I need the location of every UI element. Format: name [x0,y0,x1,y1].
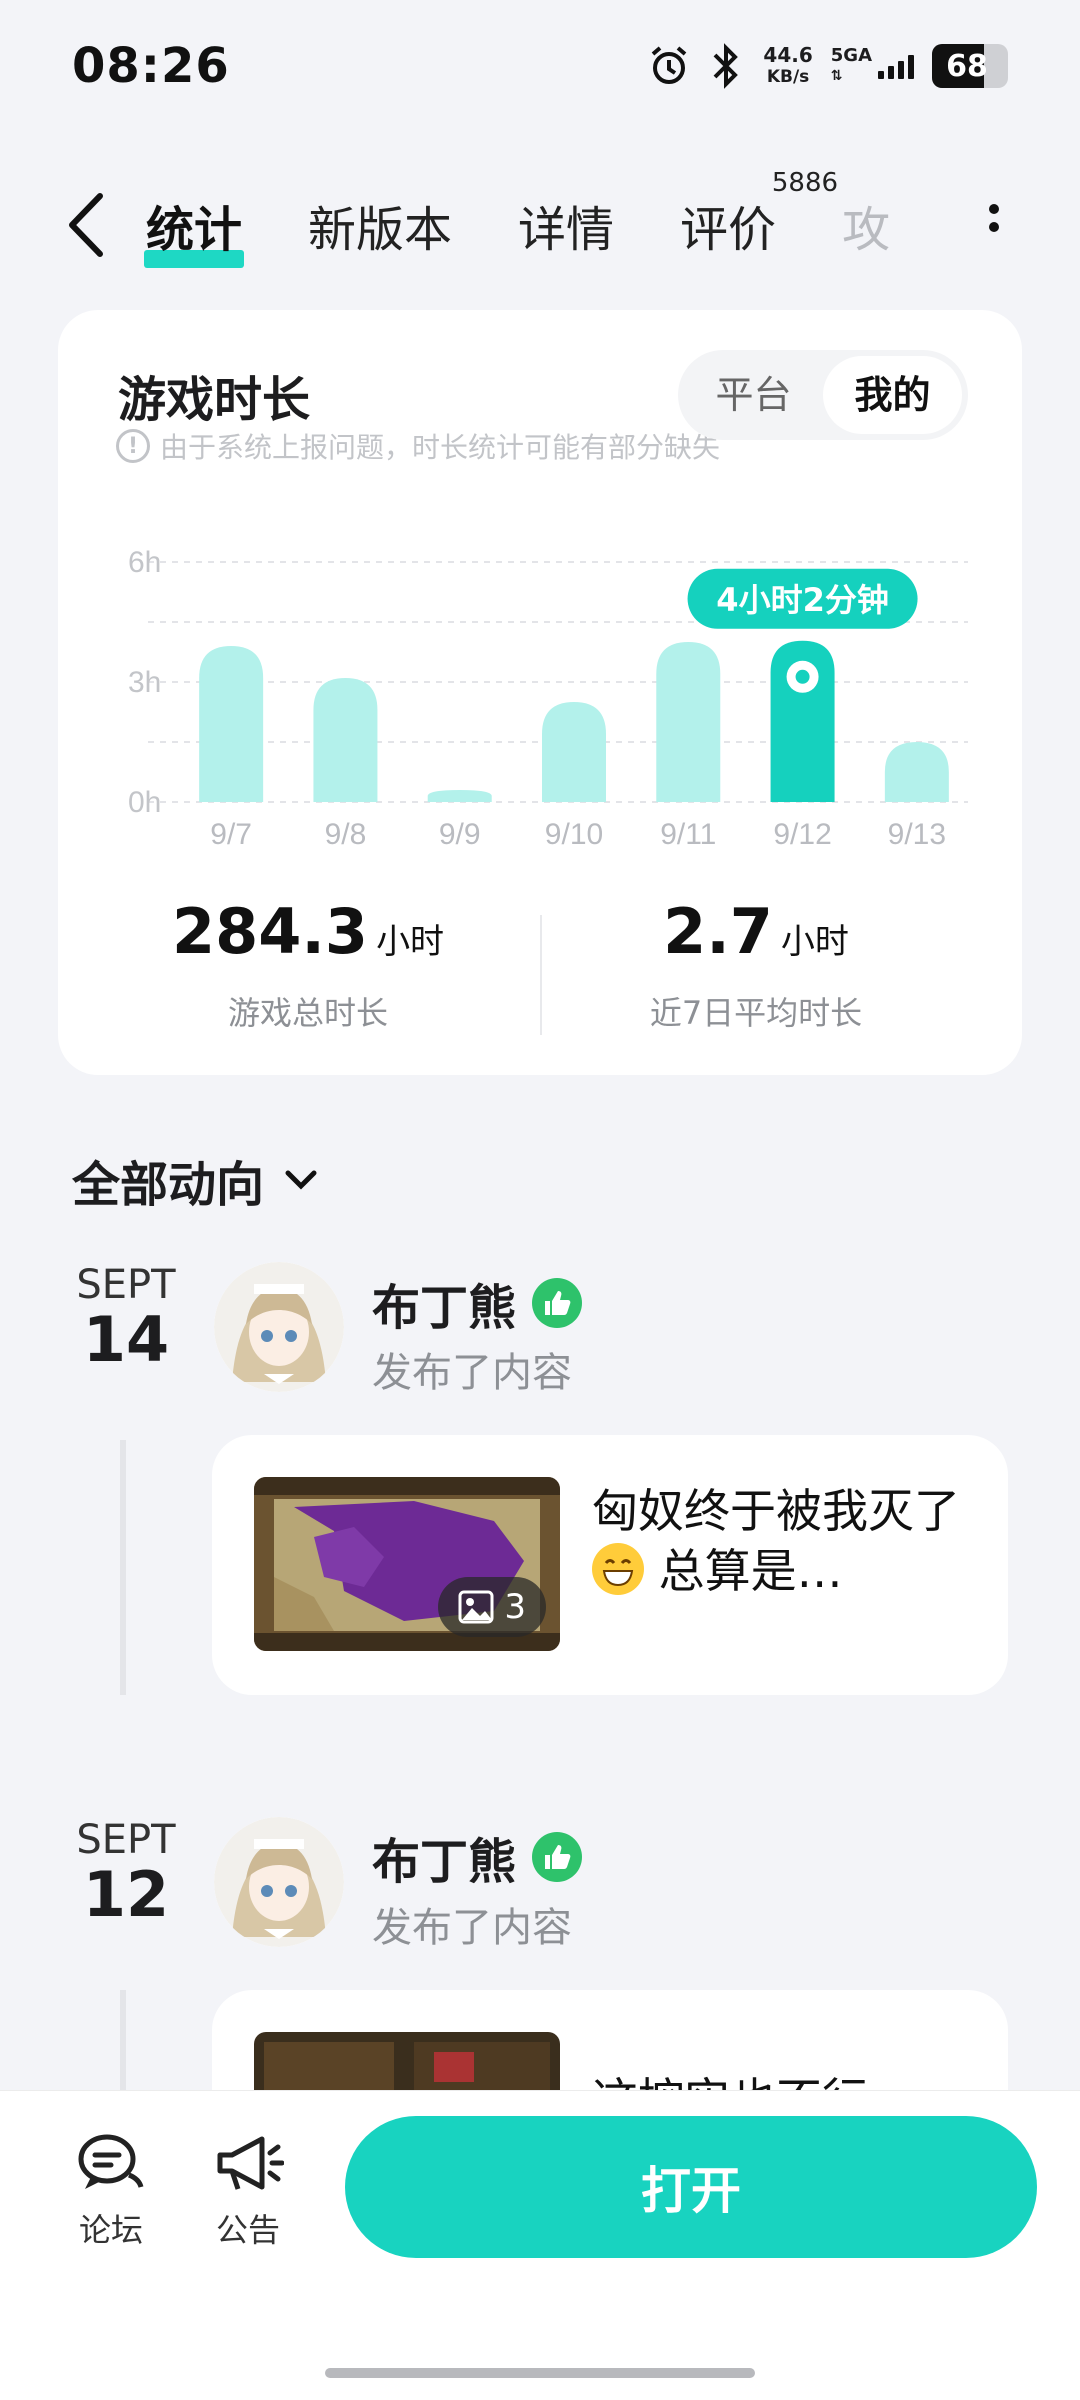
x-tick-label: 9/13 [888,818,946,851]
info-icon: ! [116,429,150,463]
username[interactable]: 布丁熊 [372,1822,583,1892]
image-count-badge: 3 [438,1577,546,1637]
battery-icon: 68 [932,44,1008,88]
tab-guides[interactable]: 攻略 [842,190,890,260]
home-indicator[interactable] [325,2368,755,2378]
timeline-line [120,1440,126,1695]
status-icons: 44.6 KB/s 5GA ⇅ 68 [647,38,1008,94]
open-game-button[interactable]: 打开 [345,2116,1037,2258]
forum-button[interactable]: 论坛 [56,2131,166,2251]
grinning-emoji-icon [592,1543,644,1595]
total-playtime: 284.3 小时 游戏总时长 [171,895,445,1032]
highlight-dot-center [795,669,810,684]
playtime-card: 游戏时长 ! 由于系统上报问题，时长统计可能有部分缺失 平台 我的 0h 3h 6h… [58,310,1022,1075]
forum-chat-icon [78,2134,144,2189]
post-card[interactable]: 3 匈奴终于被我灭了 总算是… [212,1435,1008,1695]
x-tick-label: 9/12 [773,818,831,851]
feed-filter-dropdown[interactable]: 全部动向 [72,1145,318,1215]
avatar[interactable] [214,1262,344,1392]
post-action: 发布了内容 [372,1905,572,1951]
y-tick-label: 3h [128,666,161,699]
more-options-icon[interactable] [984,196,1004,252]
thumbs-up-badge-icon [532,1278,583,1328]
toggle-mine[interactable]: 我的 [823,356,962,434]
tab-new-version[interactable]: 新版本 [308,190,452,260]
tab-reviews[interactable]: 评价 5886 [680,168,838,260]
bar [656,642,721,802]
post-excerpt: 匈奴终于被我灭了 总算是… [592,1484,960,1598]
post-image[interactable]: 3 [254,1477,560,1651]
signal-bars-icon [878,53,914,79]
post-date: SEPT 12 [76,1817,176,1931]
x-tick-label: 9/8 [325,818,367,851]
review-count-badge: 5886 [771,168,839,198]
network-speed: 44.6 KB/s [763,43,813,87]
x-tick-label: 9/11 [660,818,716,851]
username[interactable]: 布丁熊 [372,1268,583,1338]
bottom-action-bar: 论坛 公告 打开 [0,2090,1080,2400]
avatar[interactable] [214,1817,344,1947]
bar [313,678,378,802]
chevron-down-icon [285,1170,317,1190]
playtime-chart: 0h 3h 6h 9/7 9/8 9/9 9/10 9/11 9/12 4小时2分钟 9/13 [128,546,968,851]
data-missing-note: ! 由于系统上报问题，时长统计可能有部分缺失 [116,426,720,466]
average-playtime: 2.7 小时 近7日平均时长 [649,895,863,1032]
bluetooth-icon [713,43,739,89]
stat-divider [540,915,542,1035]
post-date: SEPT 14 [76,1262,176,1376]
toggle-platform[interactable]: 平台 [684,356,823,434]
post-action: 发布了内容 [372,1350,572,1396]
x-tick-label: 9/7 [210,818,252,851]
platform-mine-toggle: 平台 我的 [678,350,968,440]
tooltip-label: 4小时2分钟 [716,581,889,619]
status-time: 08:26 [72,38,230,94]
x-tick-label: 9/9 [439,818,481,851]
bar [884,742,949,802]
bar [199,646,264,802]
y-tick-label: 6h [128,546,161,579]
tab-stats[interactable]: 统计 [143,190,245,268]
bar [542,702,606,802]
tab-details[interactable]: 详情 [518,190,614,260]
back-arrow-icon[interactable] [62,190,112,260]
y-tick-label: 0h [128,786,161,819]
bar [427,790,492,802]
card-title: 游戏时长 [118,372,311,428]
image-icon [458,1590,494,1624]
alarm-icon [652,46,687,84]
notice-button[interactable]: 公告 [193,2131,303,2251]
megaphone-icon [217,2136,284,2190]
timeline-line [120,1990,126,2090]
x-tick-label: 9/10 [545,818,603,851]
thumbs-up-badge-icon [532,1832,583,1882]
tab-bar: 统计 新版本 详情 评价5886 攻略 [143,168,890,270]
signal-indicator: 5GA ⇅ [831,46,914,86]
